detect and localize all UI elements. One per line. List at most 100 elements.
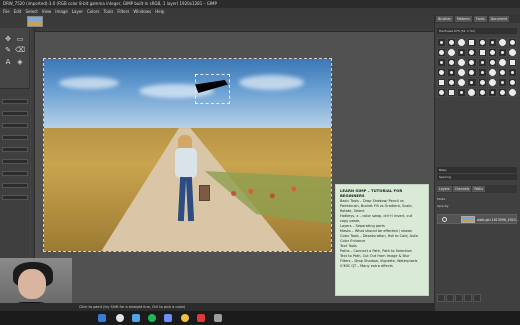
brush-cell[interactable] — [507, 38, 517, 47]
brush-cell[interactable] — [477, 68, 487, 77]
gimp-icon[interactable] — [214, 314, 222, 322]
brush-cell[interactable] — [457, 68, 467, 77]
menu-tools[interactable]: Tools — [104, 8, 114, 15]
brush-cell[interactable] — [507, 48, 517, 57]
app-icon[interactable] — [181, 314, 189, 322]
brush-cell[interactable] — [447, 88, 457, 97]
new-layer-button[interactable] — [437, 294, 445, 302]
brush-cell[interactable] — [467, 88, 477, 97]
move-icon[interactable]: ✥ — [3, 35, 13, 44]
menu-view[interactable]: View — [42, 8, 52, 15]
brush-cell[interactable] — [487, 58, 497, 67]
brush-cell[interactable] — [457, 88, 467, 97]
search-icon[interactable] — [116, 314, 124, 322]
tab-brushes[interactable]: Brushes — [436, 16, 453, 22]
tool-option-row-4[interactable] — [2, 135, 28, 140]
brush-cell[interactable] — [497, 38, 507, 47]
brush-cell[interactable] — [447, 48, 457, 57]
image-tab-thumbnail[interactable] — [27, 16, 43, 27]
brush-cell[interactable] — [507, 58, 517, 67]
brush-cell[interactable] — [457, 58, 467, 67]
brush-cell[interactable] — [437, 38, 447, 47]
tab-fonts[interactable]: Fonts — [473, 16, 487, 22]
eye-icon[interactable] — [442, 217, 447, 222]
text-tool-icon[interactable]: A — [3, 58, 13, 67]
brush-cell[interactable] — [467, 48, 477, 57]
menu-colors[interactable]: Colors — [87, 8, 100, 15]
brush-cell[interactable] — [457, 48, 467, 57]
tab-patterns[interactable]: Patterns — [454, 16, 472, 22]
brush-cell[interactable] — [437, 88, 447, 97]
brush-cell[interactable] — [497, 48, 507, 57]
tab-channels[interactable]: Channels — [452, 186, 472, 192]
brush-dot-icon — [499, 70, 505, 75]
tool-option-row-7[interactable] — [2, 171, 28, 176]
brush-cell[interactable] — [487, 38, 497, 47]
brush-cell[interactable] — [437, 48, 447, 57]
brush-cell[interactable] — [457, 38, 467, 47]
brush-tag-filter[interactable]: Basic — [437, 167, 517, 173]
app-icon[interactable] — [197, 314, 205, 322]
canvas-image[interactable] — [43, 58, 332, 252]
brush-cell[interactable] — [467, 38, 477, 47]
brush-cell[interactable] — [507, 68, 517, 77]
brush-cell[interactable] — [437, 78, 447, 87]
tool-option-row-2[interactable] — [2, 111, 28, 116]
brush-cell[interactable] — [447, 38, 457, 47]
brush-cell[interactable] — [447, 78, 457, 87]
tool-option-row-9[interactable] — [2, 195, 28, 200]
brush-cell[interactable] — [437, 58, 447, 67]
duplicate-layer-button[interactable] — [464, 294, 472, 302]
menu-windows[interactable]: Windows — [133, 8, 151, 15]
paintbrush-icon[interactable]: ✎ — [3, 46, 13, 55]
rect-select-icon[interactable]: ▭ — [15, 35, 25, 44]
brush-cell[interactable] — [487, 48, 497, 57]
menu-file[interactable]: File — [3, 8, 10, 15]
lower-layer-button[interactable] — [455, 294, 463, 302]
layer-row[interactable]: walk-girl-1613996_1920... — [437, 214, 519, 224]
app-icon[interactable] — [164, 314, 172, 322]
spotify-icon[interactable] — [148, 314, 156, 322]
menu-filters[interactable]: Filters — [117, 8, 129, 15]
brush-cell[interactable] — [487, 88, 497, 97]
eraser-icon[interactable]: ⌫ — [15, 46, 25, 55]
brush-cell[interactable] — [467, 68, 477, 77]
tool-option-row-8[interactable] — [2, 183, 28, 188]
brush-cell[interactable] — [497, 58, 507, 67]
brush-cell[interactable] — [477, 48, 487, 57]
tool-option-row-3[interactable] — [2, 123, 28, 128]
brush-cell[interactable] — [497, 68, 507, 77]
menu-edit[interactable]: Edit — [14, 8, 22, 15]
menu-layer[interactable]: Layer — [72, 8, 83, 15]
brush-cell[interactable] — [497, 88, 507, 97]
brush-cell[interactable] — [507, 78, 517, 87]
brush-cell[interactable] — [487, 68, 497, 77]
brush-cell[interactable] — [447, 68, 457, 77]
brush-cell[interactable] — [467, 58, 477, 67]
brush-cell[interactable] — [477, 38, 487, 47]
color-picker-icon[interactable]: ◈ — [15, 58, 25, 67]
brush-cell[interactable] — [507, 88, 517, 97]
tool-option-row-1[interactable] — [2, 99, 28, 104]
task-view-icon[interactable] — [132, 314, 140, 322]
brush-cell[interactable] — [497, 78, 507, 87]
start-icon[interactable] — [98, 314, 106, 322]
menu-help[interactable]: Help — [155, 8, 164, 15]
menu-select[interactable]: Select — [25, 8, 37, 15]
brush-cell[interactable] — [467, 78, 477, 87]
tab-layers[interactable]: Layers — [437, 186, 452, 192]
raise-layer-button[interactable] — [446, 294, 454, 302]
tool-option-row-5[interactable] — [2, 147, 28, 152]
brush-cell[interactable] — [437, 68, 447, 77]
brush-cell[interactable] — [477, 78, 487, 87]
tab-document[interactable]: Document — [488, 16, 510, 22]
delete-layer-button[interactable] — [473, 294, 481, 302]
brush-cell[interactable] — [477, 58, 487, 67]
brush-cell[interactable] — [447, 58, 457, 67]
tool-option-row-6[interactable] — [2, 159, 28, 164]
menu-image[interactable]: Image — [55, 8, 68, 15]
brush-cell[interactable] — [477, 88, 487, 97]
brush-cell[interactable] — [487, 78, 497, 87]
brush-cell[interactable] — [457, 78, 467, 87]
tab-paths[interactable]: Paths — [472, 186, 485, 192]
